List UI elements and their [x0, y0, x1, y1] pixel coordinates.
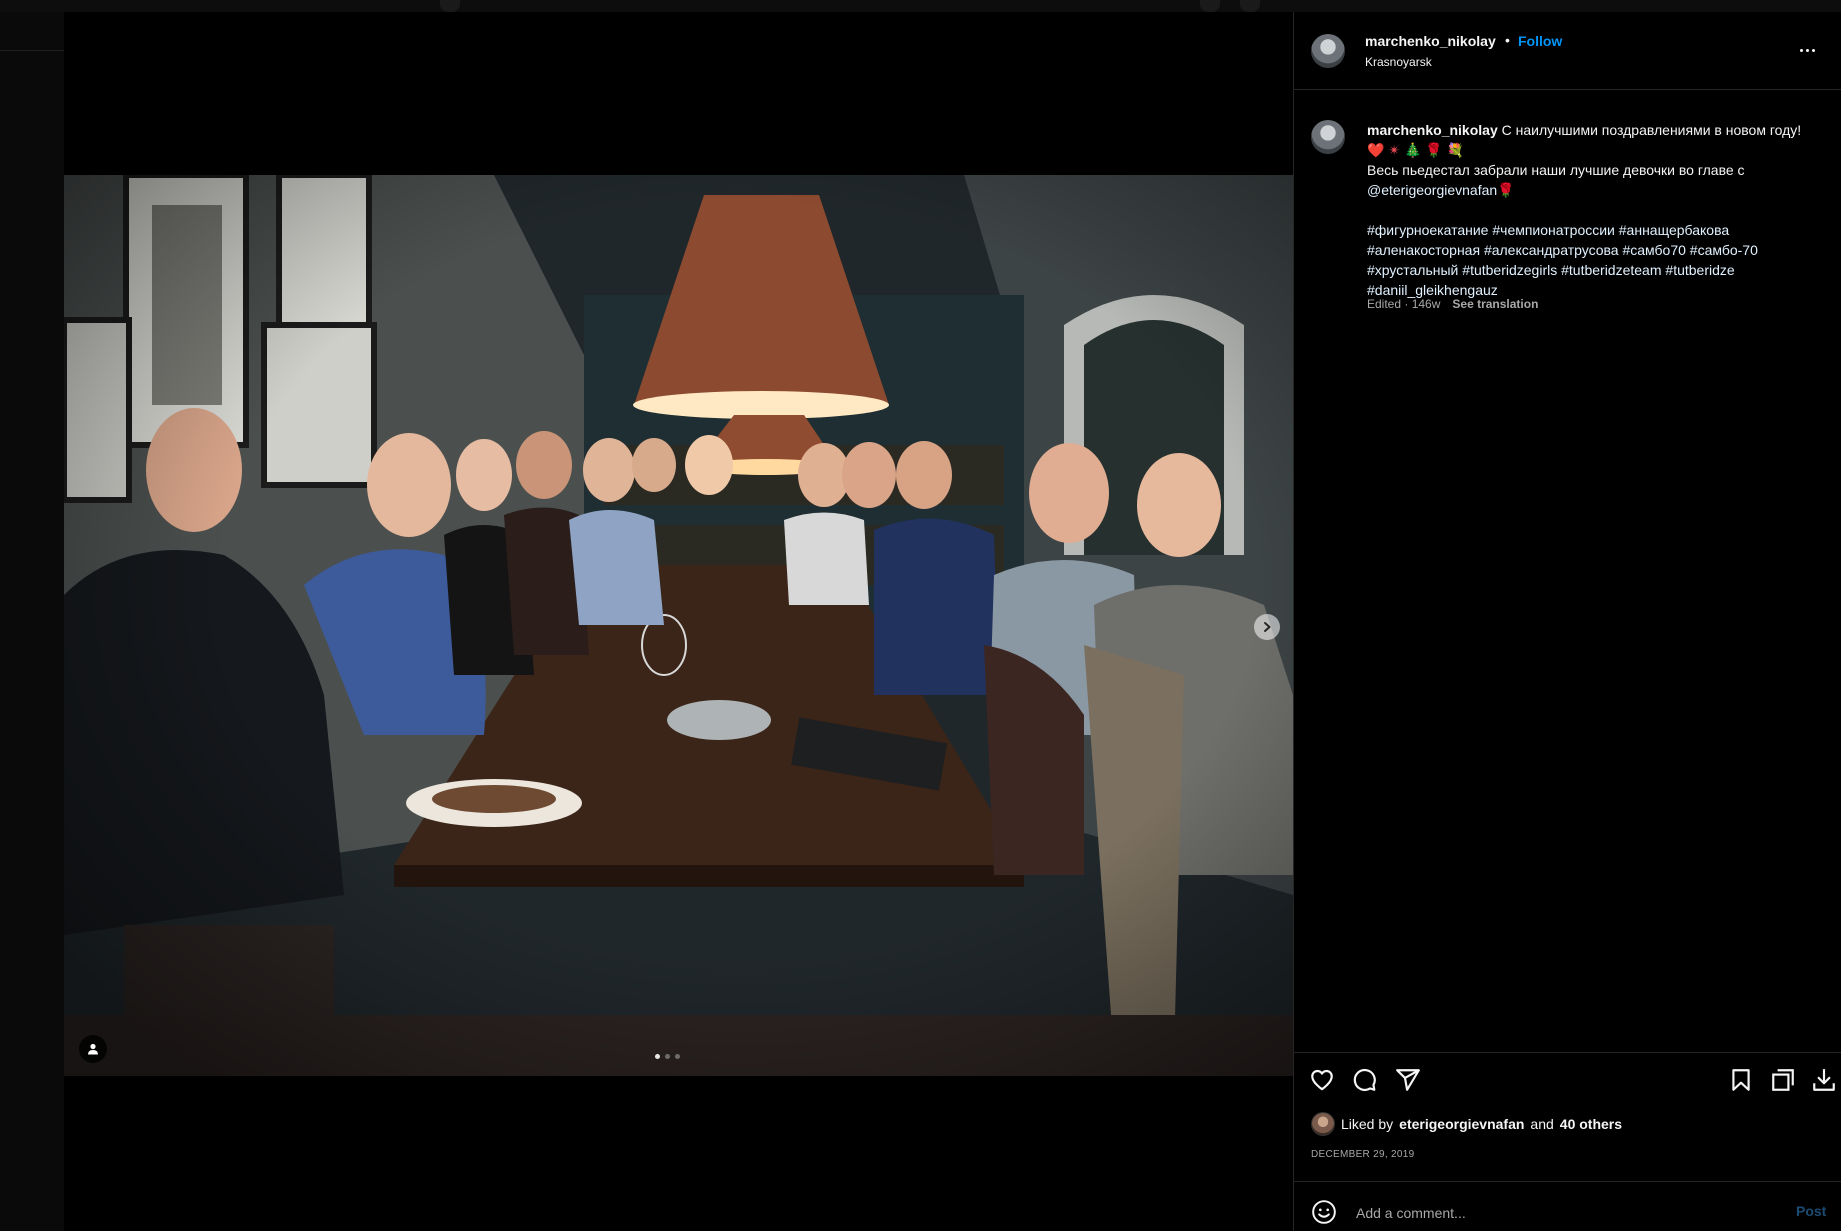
chevron-right-icon — [1264, 622, 1271, 632]
rose-emoji: 🌹 — [1497, 182, 1515, 198]
smiley-icon — [1312, 1200, 1336, 1224]
hashtag-link[interactable]: #самбо-70 — [1690, 242, 1758, 258]
post-date[interactable]: DECEMBER 29, 2019 — [1311, 1149, 1414, 1160]
edited-timestamp: Edited · 146w — [1367, 297, 1441, 311]
caption-username[interactable]: marchenko_nikolay — [1367, 122, 1498, 138]
more-options-button[interactable] — [1800, 44, 1824, 56]
carousel-dot — [675, 1054, 680, 1059]
caption-line-2: Весь пьедестал забрали наши лучшие девоч… — [1367, 162, 1745, 178]
carousel-dot — [665, 1054, 670, 1059]
add-to-collection-button[interactable] — [1770, 1067, 1796, 1093]
hashtag-link[interactable]: #самбо70 — [1622, 242, 1685, 258]
tree-emoji: 🎄 — [1403, 142, 1422, 158]
carousel-dot — [655, 1054, 660, 1059]
caption-meta: Edited · 146w See translation — [1367, 297, 1538, 311]
header-separator: • — [1505, 32, 1510, 48]
actions-divider — [1294, 1052, 1841, 1053]
hashtag-list: #фигурноекатание #чемпионатроссии #аннащ… — [1367, 222, 1762, 298]
background-sidebar — [0, 12, 64, 1231]
liker-username[interactable]: eterigeorgievnafan — [1399, 1116, 1524, 1132]
heart-icon — [1311, 1069, 1333, 1091]
download-icon — [1813, 1069, 1835, 1091]
hashtag-link[interactable]: #хрустальный — [1367, 262, 1458, 278]
hashtag-link[interactable]: #tutberidze — [1665, 262, 1734, 278]
liked-by-label: Liked by — [1341, 1116, 1394, 1132]
caption-author-avatar[interactable] — [1311, 120, 1345, 154]
more-dot — [1800, 48, 1803, 52]
comment-input[interactable] — [1354, 1198, 1778, 1228]
liker-avatar[interactable] — [1311, 1112, 1335, 1136]
hashtag-link[interactable]: #tutberidzeteam — [1561, 262, 1661, 278]
hashtag-link[interactable]: #аленакосторная — [1367, 242, 1480, 258]
caption-line-1: С наилучшими поздравлениями в новом году… — [1497, 122, 1806, 138]
emoji-picker-button[interactable] — [1311, 1199, 1337, 1225]
comment-button[interactable] — [1351, 1067, 1377, 1093]
comment-divider — [1294, 1181, 1841, 1182]
likes-others-link[interactable]: 40 others — [1560, 1116, 1622, 1132]
background-icon — [1240, 0, 1260, 12]
author-avatar[interactable] — [1311, 34, 1345, 68]
author-username[interactable]: marchenko_nikolay — [1365, 33, 1496, 49]
more-dot — [1806, 48, 1809, 52]
hashtag-link[interactable]: #чемпионатроссии — [1492, 222, 1615, 238]
bouquet-emoji: 💐 — [1446, 142, 1465, 158]
hashtag-link[interactable]: #александратрусова — [1484, 242, 1619, 258]
tagged-users-button[interactable] — [79, 1035, 107, 1063]
comment-icon — [1353, 1068, 1376, 1092]
more-dot — [1812, 48, 1815, 52]
hashtag-link[interactable]: #tutberidzegirls — [1462, 262, 1557, 278]
background-icon — [1200, 0, 1220, 12]
like-button[interactable] — [1309, 1067, 1335, 1093]
bookmark-icon — [1732, 1069, 1750, 1091]
likes-and: and — [1530, 1116, 1554, 1132]
carousel-dots — [655, 1054, 680, 1059]
download-button[interactable] — [1811, 1067, 1837, 1093]
post-info-panel: marchenko_nikolay • Follow Krasnoyarsk m… — [1293, 12, 1841, 1231]
post-location[interactable]: Krasnoyarsk — [1365, 55, 1432, 69]
share-button[interactable] — [1395, 1067, 1421, 1093]
heart-emoji: ❤️ — [1367, 142, 1385, 158]
background-topbar — [0, 0, 1841, 12]
user-icon — [88, 1043, 98, 1055]
background-icon — [440, 0, 460, 12]
hashtag-link[interactable]: #daniil_gleikhengauz — [1367, 282, 1498, 298]
post-comment-button[interactable]: Post — [1796, 1203, 1826, 1219]
post-photo — [64, 175, 1293, 1076]
hashtag-link[interactable]: #фигурноекатание — [1367, 222, 1488, 238]
rose-emoji: 🌹 — [1425, 142, 1443, 158]
sparkle-emoji: ✴ — [1388, 142, 1401, 158]
caption-text: marchenko_nikolay С наилучшими поздравле… — [1367, 120, 1807, 300]
follow-button[interactable]: Follow — [1518, 33, 1562, 49]
likes-summary: Liked by eterigeorgievnafan and 40 other… — [1311, 1112, 1622, 1136]
post-header: marchenko_nikolay • Follow Krasnoyarsk — [1294, 12, 1841, 90]
see-translation-link[interactable]: See translation — [1452, 297, 1538, 311]
mention-link[interactable]: @eterigeorgievnafan — [1367, 182, 1497, 198]
collection-icon — [1772, 1069, 1794, 1091]
carousel-next-button[interactable] — [1254, 614, 1280, 640]
save-button[interactable] — [1728, 1067, 1754, 1093]
share-icon — [1396, 1069, 1420, 1091]
background-divider — [0, 50, 64, 51]
hashtag-link[interactable]: #аннащербакова — [1619, 222, 1729, 238]
